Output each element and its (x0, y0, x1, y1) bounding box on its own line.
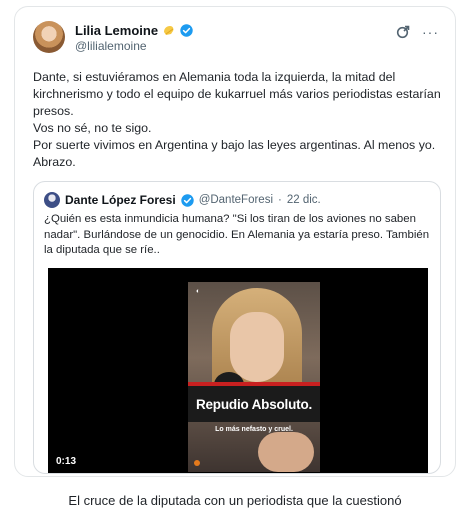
channel-logo-icon: ◐ (196, 288, 201, 295)
thumbnail-hand (258, 432, 314, 472)
author-handle[interactable]: @lilialemoine (75, 39, 193, 53)
emoji-icon (162, 23, 176, 37)
verified-badge-icon (180, 23, 193, 37)
tweet-text-line: Por suerte vivimos en Argentina y bajo l… (33, 138, 436, 152)
quoted-author-avatar[interactable] (44, 192, 60, 208)
quoted-tweet-text: ¿Quién es esta inmundicia humana? "Si lo… (44, 213, 430, 256)
quoted-tweet-header: Dante López Foresi @DanteForesi · 22 dic… (44, 191, 321, 209)
verified-badge-icon (180, 193, 194, 207)
tweet-header: Lilia Lemoine @lilialemoine ··· (33, 21, 441, 61)
separator-dot: · (278, 194, 282, 206)
header-actions: ··· (396, 25, 439, 39)
recording-dot-icon (194, 460, 200, 466)
tweet-text-line: Abrazo. (33, 155, 76, 169)
tweet-card[interactable]: Lilia Lemoine @lilialemoine ··· Dante, s… (14, 6, 456, 477)
tweet-text-line: Vos no sé, no te sigo. (33, 121, 152, 135)
thumbnail-face (230, 312, 284, 382)
video-caption: Repudio Absoluto. (188, 386, 320, 422)
more-options-icon[interactable]: ··· (422, 25, 439, 39)
video-thumbnail: ◐ Repudio Absoluto. Lo más nefasto y cru… (188, 282, 320, 472)
author-avatar[interactable] (33, 21, 65, 53)
quoted-author-name[interactable]: Dante López Foresi (65, 193, 176, 207)
video-subcaption: Lo más nefasto y cruel. (215, 426, 293, 433)
author-display-name[interactable]: Lilia Lemoine (75, 23, 158, 38)
author-names: Lilia Lemoine @lilialemoine (75, 22, 193, 53)
video-timecode: 0:13 (56, 456, 77, 467)
page-caption: El cruce de la diputada con un periodist… (68, 493, 402, 508)
tweet-text-line: Dante, si estuviéramos en Alemania toda … (33, 70, 441, 118)
quoted-tweet-date[interactable]: 22 dic. (287, 194, 321, 206)
quoted-author-handle[interactable]: @DanteForesi (199, 194, 273, 206)
quoted-tweet[interactable]: Dante López Foresi @DanteForesi · 22 dic… (33, 181, 441, 474)
video-player[interactable]: ◐ Repudio Absoluto. Lo más nefasto y cru… (48, 268, 428, 473)
grok-icon[interactable] (396, 25, 410, 39)
tweet-body: Dante, si estuviéramos en Alemania toda … (33, 69, 445, 171)
